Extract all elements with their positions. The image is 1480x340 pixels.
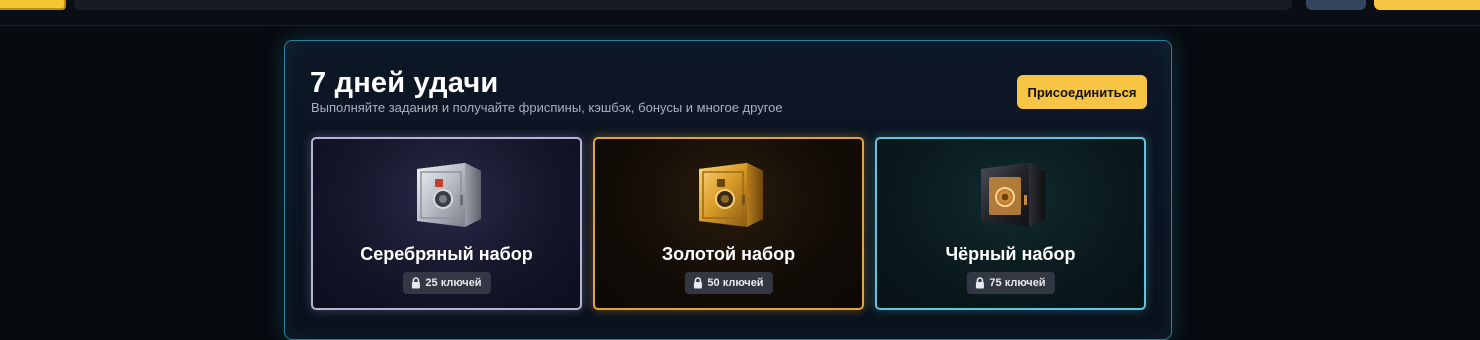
seven-days-of-luck-panel: 7 дней удачи Выполняйте задания и получа… — [284, 40, 1172, 340]
keys-count: 75 ключей — [989, 277, 1046, 289]
set-name: Золотой набор — [661, 244, 796, 264]
search-bar[interactable] — [74, 0, 1292, 10]
promo-subtitle: Выполняйте задания и получайте фриспины,… — [311, 100, 783, 115]
site-logo[interactable] — [0, 0, 66, 10]
set-card-silver[interactable]: Серебряный набор 25 ключей — [311, 137, 582, 310]
lock-icon — [411, 277, 420, 289]
keys-badge: 75 ключей — [966, 272, 1055, 294]
keys-count: 50 ключей — [707, 277, 764, 289]
set-card-black[interactable]: Чёрный набор 75 ключей — [875, 137, 1146, 310]
promo-title: 7 дней удачи — [310, 67, 499, 99]
lock-icon — [693, 277, 702, 289]
set-card-gold[interactable]: Золотой набор 50 ключей — [593, 137, 864, 310]
set-name: Серебряный набор — [360, 244, 533, 264]
top-navigation-bar — [0, 0, 1480, 26]
set-name: Чёрный набор — [945, 244, 1076, 264]
keys-badge: 25 ключей — [402, 272, 491, 294]
keys-badge: 50 ключей — [684, 272, 773, 294]
header-primary-button[interactable] — [1374, 0, 1480, 10]
silver-safe-icon — [411, 157, 487, 233]
gold-safe-icon — [693, 157, 769, 233]
lock-icon — [975, 277, 984, 289]
header-secondary-button[interactable] — [1306, 0, 1366, 10]
black-safe-icon — [975, 157, 1051, 233]
join-button[interactable]: Присоединиться — [1017, 75, 1147, 109]
keys-count: 25 ключей — [425, 277, 482, 289]
